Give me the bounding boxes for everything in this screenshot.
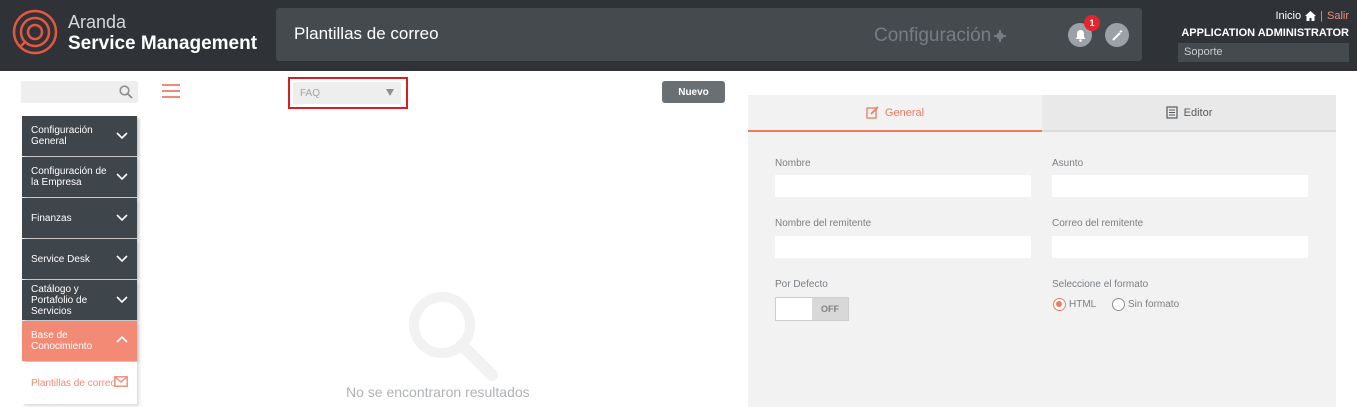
sidebar-item-label: Base de Conocimiento	[31, 330, 93, 352]
sidebar-item-base-conocimiento[interactable]: Base de Conocimiento	[22, 321, 137, 361]
chevron-down-icon	[116, 214, 128, 222]
chevron-down-icon	[116, 132, 128, 140]
brand-name-line1: Aranda	[68, 12, 127, 32]
category-filter-value: FAQ	[300, 88, 321, 99]
home-icon[interactable]	[1305, 11, 1317, 21]
edit-icon	[866, 106, 879, 119]
notification-badge: 1	[1084, 15, 1100, 31]
default-label: Por Defecto	[775, 279, 828, 290]
tools-button[interactable]	[1105, 23, 1129, 47]
empty-results-message: No se encontraron resultados	[346, 384, 530, 400]
role-selector[interactable]: Soporte	[1178, 43, 1349, 62]
sidebar-item-service-desk[interactable]: Service Desk	[22, 239, 137, 279]
home-link[interactable]: Inicio	[1275, 9, 1301, 23]
sidebar-item-label: Configuración General	[31, 125, 93, 147]
sidebar-item-configuracion-general[interactable]: Configuración General	[22, 116, 137, 156]
format-radio-plain[interactable]: Sin formato	[1112, 298, 1179, 311]
menu-toggle-icon[interactable]	[162, 84, 180, 98]
radio-unselected-icon	[1112, 298, 1125, 311]
tab-general[interactable]: General	[748, 95, 1042, 132]
nombre-field[interactable]	[775, 175, 1031, 197]
link-separator: |	[1320, 10, 1323, 22]
asunto-field[interactable]	[1052, 175, 1308, 197]
new-template-button[interactable]: Nuevo	[662, 81, 725, 103]
format-option-label: Sin formato	[1128, 299, 1180, 310]
search-icon	[119, 85, 133, 99]
bell-icon	[1075, 29, 1085, 42]
page-title: Plantillas de correo	[294, 24, 439, 43]
chevron-down-icon	[116, 255, 128, 263]
sidebar-item-label: Service Desk	[31, 253, 90, 265]
logout-link[interactable]: Salir	[1327, 9, 1349, 23]
sidebar-subitem-plantillas-correo[interactable]: Plantillas de correo	[22, 362, 137, 404]
sidebar-menu: Configuración General Configuración de l…	[22, 116, 137, 404]
gear-icon	[994, 30, 1007, 42]
title-bar: Plantillas de correo Configuración 1	[276, 8, 1142, 61]
sender-email-label: Correo del remitente	[1052, 218, 1144, 229]
toggle-state: OFF	[812, 298, 848, 320]
chevron-down-icon	[116, 296, 128, 304]
sidebar-item-configuracion-empresa[interactable]: Configuración de la Empresa	[22, 157, 137, 197]
sidebar-subitem-label: Plantillas de correo	[31, 377, 117, 389]
format-option-label: HTML	[1069, 299, 1097, 310]
sidebar-item-finanzas[interactable]: Finanzas	[22, 198, 137, 238]
asunto-label: Asunto	[1052, 158, 1084, 169]
tab-editor-label: Editor	[1183, 106, 1213, 119]
detail-tabs: General Editor	[748, 95, 1336, 132]
tab-general-label: General	[884, 106, 925, 119]
category-filter-highlight: FAQ	[288, 77, 408, 109]
sender-name-label: Nombre del remitente	[775, 218, 872, 229]
format-label: Seleccione el formato	[1052, 279, 1149, 290]
sidebar-item-label: Configuración de la Empresa	[31, 166, 107, 188]
magic-wand-icon	[1111, 29, 1123, 41]
mail-icon	[114, 376, 128, 387]
sidebar-item-label: Catálogo y Portafolio de Servicios	[31, 283, 88, 317]
configuration-label: Configuración	[874, 25, 992, 46]
top-bar: Aranda Service Management Plantillas de …	[0, 0, 1357, 71]
sidebar-search-input[interactable]	[21, 81, 138, 103]
nombre-label: Nombre	[775, 158, 811, 169]
user-area: Inicio | Salir APPLICATION ADMINISTRATOR	[1169, 9, 1349, 40]
sender-email-field[interactable]	[1052, 236, 1308, 258]
format-radio-html[interactable]: HTML	[1053, 298, 1096, 311]
template-detail-panel: General Editor Nombre Asunto Nombre del …	[748, 95, 1336, 407]
dropdown-arrow-icon	[386, 89, 394, 96]
tab-editor[interactable]: Editor	[1042, 95, 1336, 132]
category-filter-select[interactable]: FAQ	[293, 82, 401, 104]
aranda-logo-icon	[12, 9, 58, 55]
sidebar-item-label: Finanzas	[31, 212, 72, 224]
document-icon	[1166, 106, 1178, 119]
chevron-down-icon	[116, 173, 128, 181]
sender-name-field[interactable]	[775, 236, 1031, 258]
user-name: APPLICATION ADMINISTRATOR	[1181, 27, 1349, 39]
brand-name-line2: Service Management	[68, 33, 258, 54]
default-toggle[interactable]: OFF	[775, 297, 849, 321]
sidebar-item-catalogo[interactable]: Catálogo y Portafolio de Servicios	[22, 280, 137, 320]
chevron-up-icon	[116, 335, 128, 343]
configuration-link[interactable]: Configuración	[874, 25, 1007, 47]
empty-search-icon	[409, 292, 498, 381]
radio-selected-icon	[1053, 298, 1066, 311]
